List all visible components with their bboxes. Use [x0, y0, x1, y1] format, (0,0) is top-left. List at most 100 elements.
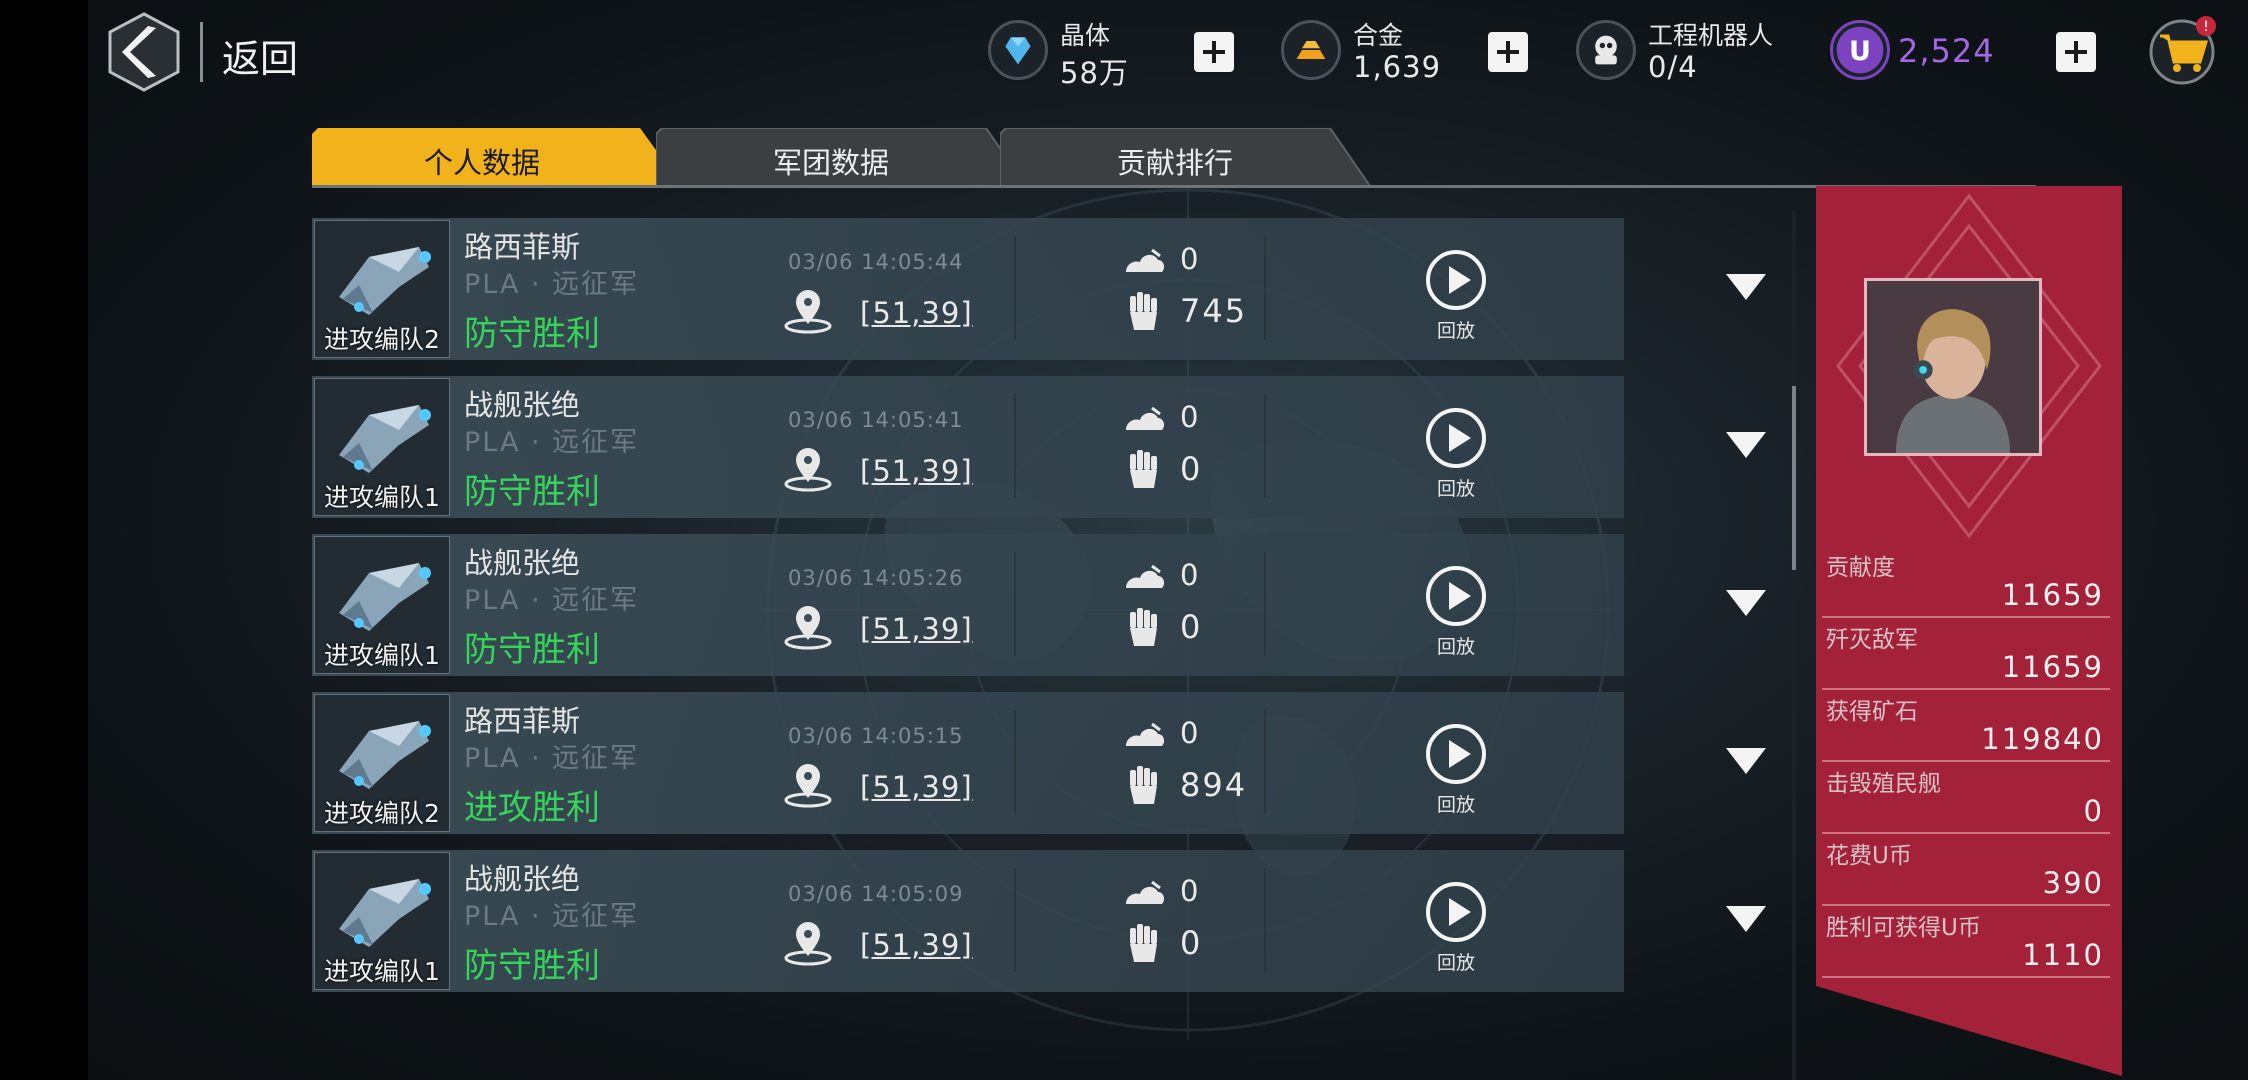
shop-cart-icon[interactable]: !	[2148, 14, 2218, 86]
replay-label[interactable]: 回放	[1416, 474, 1496, 501]
summary-divider	[1822, 616, 2110, 618]
column-divider	[1264, 710, 1266, 814]
fleet-thumbnail: 进攻编队2	[314, 220, 450, 358]
chevron-down-icon[interactable]	[1724, 902, 1768, 936]
replay-label[interactable]: 回放	[1416, 632, 1496, 659]
battle-record-row: 进攻编队1 战舰张绝 PLA · 远征军 防守胜利 03/06 14:05:41…	[312, 376, 1766, 518]
chevron-down-icon[interactable]	[1724, 744, 1768, 778]
summary-label: 击毁殖民舰	[1826, 771, 1941, 797]
replay-play-icon[interactable]	[1424, 406, 1488, 470]
loss-icon	[1126, 880, 1165, 904]
player-guild: PLA · 远征军	[464, 427, 640, 458]
alloy-icon	[1281, 20, 1341, 80]
resource-crystal: 晶体 58万	[988, 16, 1168, 90]
summary-value: 390	[2042, 866, 2104, 900]
location-pin-icon	[784, 764, 832, 808]
battle-time: 03/06 14:05:09	[788, 882, 964, 906]
battle-result: 防守胜利	[464, 630, 600, 670]
summary-value: 119840	[1981, 722, 2104, 756]
summary-divider	[1822, 688, 2110, 690]
warship-icon	[339, 563, 431, 631]
summary-divider	[1822, 760, 2110, 762]
loss-icon	[1126, 722, 1165, 746]
battle-result: 防守胜利	[464, 314, 600, 354]
battle-time: 03/06 14:05:44	[788, 250, 964, 274]
kill-count: 0	[1180, 608, 1203, 646]
player-guild: PLA · 远征军	[464, 901, 640, 932]
tab-underline	[312, 185, 2036, 188]
loss-count: 0	[1180, 874, 1199, 908]
loss-icon	[1126, 248, 1165, 272]
svg-text:!: !	[2203, 19, 2209, 35]
fist-icon	[1130, 608, 1157, 646]
fleet-label: 进攻编队2	[324, 325, 440, 354]
column-divider	[1014, 236, 1016, 340]
add-alloy-button[interactable]	[1488, 32, 1528, 72]
tab-legion-data[interactable]: 军团数据	[656, 128, 1026, 186]
fleet-thumbnail: 进攻编队1	[314, 378, 450, 516]
replay-play-icon[interactable]	[1424, 880, 1488, 944]
replay-play-icon[interactable]	[1424, 248, 1488, 312]
warship-icon	[339, 247, 431, 315]
fleet-label: 进攻编队1	[324, 483, 440, 512]
location-pin-icon	[784, 448, 832, 492]
replay-label[interactable]: 回放	[1416, 316, 1496, 343]
scrollbar-thumb[interactable]	[1792, 386, 1796, 570]
alloy-label: 合金	[1353, 21, 1404, 50]
tab-personal-data[interactable]: 个人数据	[312, 128, 682, 186]
summary-divider	[1822, 976, 2110, 978]
chevron-down-icon[interactable]	[1724, 428, 1768, 462]
add-ucoin-button[interactable]	[2056, 32, 2096, 72]
summary-value: 11659	[2001, 578, 2104, 612]
location-pin-icon	[784, 606, 832, 650]
back-label[interactable]: 返回	[222, 28, 298, 83]
loss-count: 0	[1180, 242, 1199, 276]
summary-label: 获得矿石	[1826, 699, 1918, 725]
player-name: 路西菲斯	[464, 230, 581, 264]
scrollbar-track	[1792, 210, 1796, 1080]
coordinate-link[interactable]: [51,39]	[860, 928, 973, 962]
player-name: 战舰张绝	[464, 388, 581, 422]
loss-count: 0	[1180, 558, 1199, 592]
back-icon[interactable]	[104, 10, 184, 94]
commander-avatar	[1867, 281, 2039, 453]
u-coin-icon: U	[1830, 20, 1890, 80]
loss-count: 0	[1180, 400, 1199, 434]
replay-play-icon[interactable]	[1424, 564, 1488, 628]
summary-value: 0	[2083, 794, 2104, 828]
fist-icon	[1130, 450, 1157, 488]
kill-count: 0	[1180, 924, 1203, 962]
column-divider	[1014, 710, 1016, 814]
coordinate-link[interactable]: [51,39]	[860, 770, 973, 804]
fleet-label: 进攻编队1	[324, 957, 440, 986]
resource-ucoin: U 2,524	[1830, 16, 2030, 86]
chevron-down-icon[interactable]	[1724, 586, 1768, 620]
summary-divider	[1822, 904, 2110, 906]
crystal-label: 晶体	[1060, 21, 1111, 50]
summary-label: 花费U币	[1826, 843, 1912, 869]
fleet-label: 进攻编队2	[324, 799, 440, 828]
coordinate-link[interactable]: [51,39]	[860, 454, 973, 488]
portrait-frame	[1864, 278, 2042, 456]
tab-label: 贡献排行	[1116, 146, 1233, 180]
battle-record-row: 进攻编队1 战舰张绝 PLA · 远征军 防守胜利 03/06 14:05:26…	[312, 534, 1766, 676]
tab-label: 个人数据	[423, 146, 540, 180]
location-pin-icon	[784, 290, 832, 334]
player-name: 路西菲斯	[464, 704, 581, 738]
location-pin-icon	[784, 922, 832, 966]
battle-result: 防守胜利	[464, 472, 600, 512]
summary-label: 胜利可获得U币	[1826, 915, 1981, 941]
replay-label[interactable]: 回放	[1416, 948, 1496, 975]
replay-play-icon[interactable]	[1424, 722, 1488, 786]
add-crystal-button[interactable]	[1194, 32, 1234, 72]
battle-time: 03/06 14:05:15	[788, 724, 964, 748]
coordinate-link[interactable]: [51,39]	[860, 296, 973, 330]
battle-result: 进攻胜利	[464, 788, 600, 828]
replay-label[interactable]: 回放	[1416, 790, 1496, 817]
tab-contribution-ranking[interactable]: 贡献排行	[1000, 128, 1370, 186]
battle-record-row: 进攻编队2 路西菲斯 PLA · 远征军 防守胜利 03/06 14:05:44…	[312, 218, 1766, 360]
chevron-down-icon[interactable]	[1724, 270, 1768, 304]
kill-count: 0	[1180, 450, 1203, 488]
loss-icon	[1126, 564, 1165, 588]
coordinate-link[interactable]: [51,39]	[860, 612, 973, 646]
